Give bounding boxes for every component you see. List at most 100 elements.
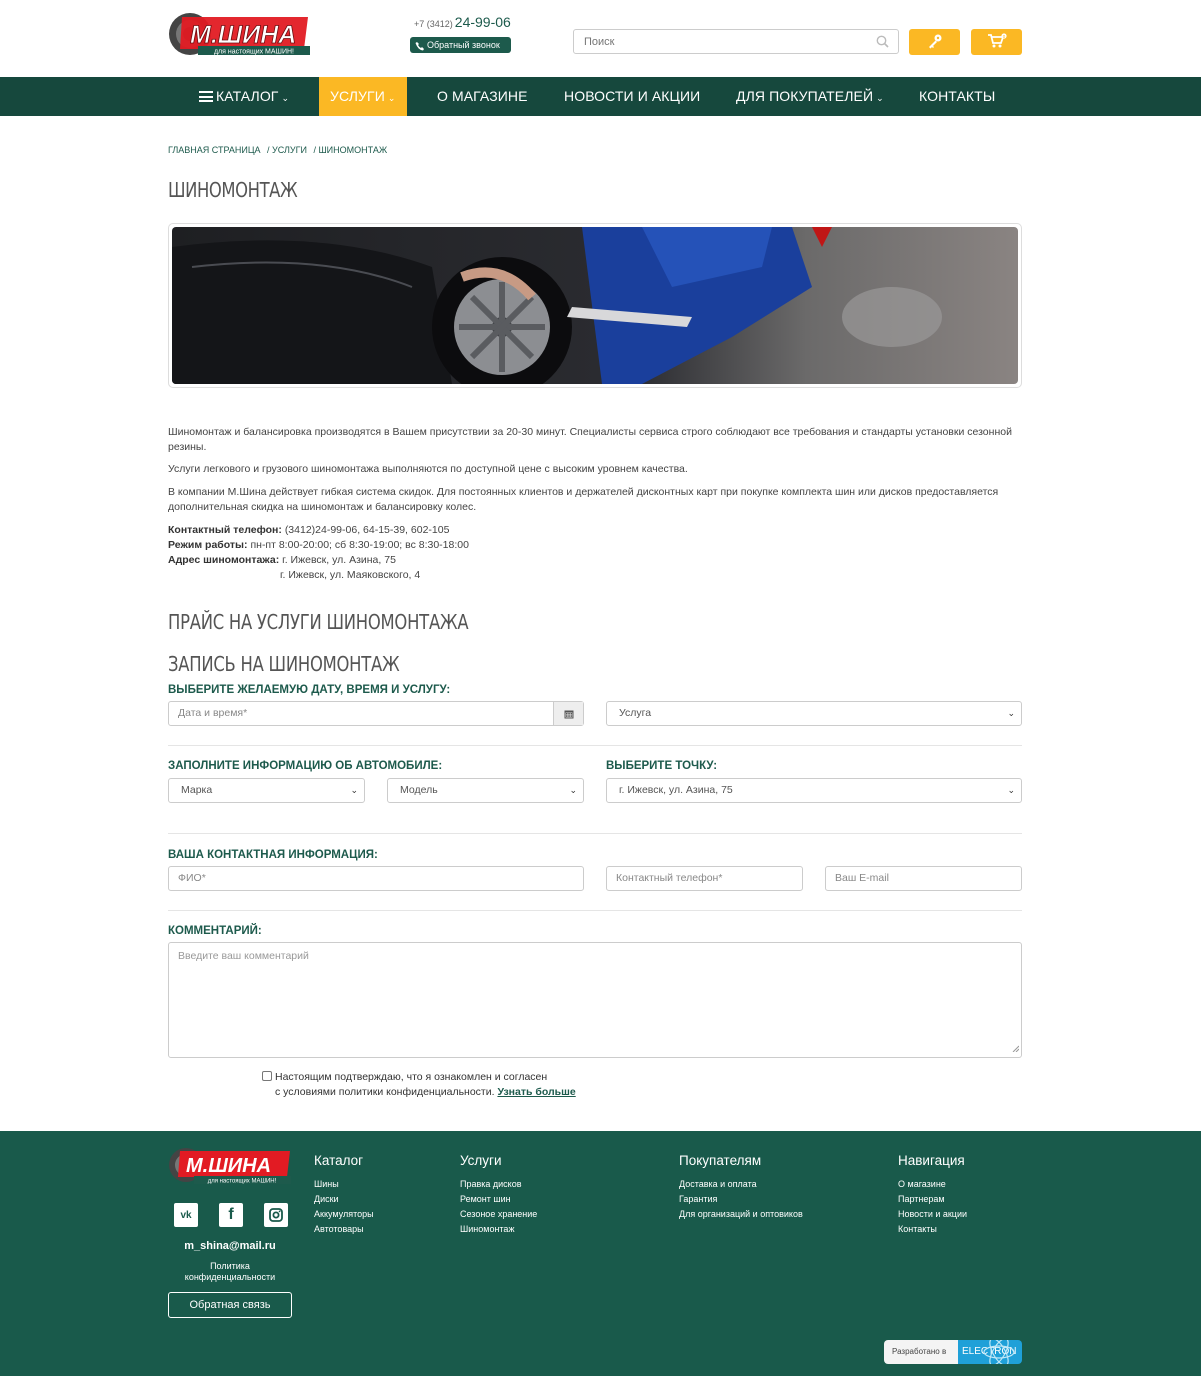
nav-item-buyers[interactable]: ДЛЯ ПОКУПАТЕЛЕЙ ⌄ — [736, 77, 884, 116]
footer: М.ШИНА для настоящих МАШИН! vk f m_shina… — [0, 1131, 1201, 1376]
developer-badge[interactable]: Разработано в ELECTRON — [884, 1340, 1022, 1364]
feedback-button[interactable]: Обратная связь — [168, 1292, 292, 1318]
price-heading[interactable]: ПРАЙС НА УСЛУГИ ШИНОМОНТАЖА — [168, 610, 469, 634]
service-select[interactable]: Услуга ⌄ — [606, 701, 1022, 726]
email-field[interactable]: Ваш E-mail — [825, 866, 1022, 891]
footer-link[interactable]: Аккумуляторы — [314, 1207, 374, 1222]
search-box[interactable] — [573, 29, 899, 54]
breadcrumb-home[interactable]: ГЛАВНАЯ СТРАНИЦА — [168, 145, 261, 155]
footer-link[interactable]: Автотовары — [314, 1222, 374, 1237]
footer-col-services: Услуги Правка дисков Ремонт шин Сезоное … — [460, 1153, 537, 1237]
footer-link[interactable]: Правка дисков — [460, 1177, 537, 1192]
vk-icon[interactable]: vk — [174, 1203, 198, 1227]
breadcrumb: ГЛАВНАЯ СТРАНИЦА / УСЛУГИ / ШИНОМОНТАЖ — [168, 145, 391, 155]
facebook-icon[interactable]: f — [219, 1203, 243, 1227]
phone-icon — [415, 40, 425, 56]
footer-link[interactable]: Диски — [314, 1192, 374, 1207]
name-field[interactable]: ФИО* — [168, 866, 584, 891]
privacy-consent: Настоящим подтверждаю, что я ознакомлен … — [262, 1070, 576, 1100]
consent-line-2: с условиями политики конфиденциальности. — [275, 1086, 495, 1098]
callback-button[interactable]: Обратный звонок — [410, 37, 511, 53]
phone-label: Контактный телефон: — [168, 524, 282, 536]
consent-line-1: Настоящим подтверждаю, что я ознакомлен … — [275, 1071, 548, 1083]
instagram-icon[interactable] — [264, 1203, 288, 1227]
comment-textarea[interactable]: Введите ваш комментарий — [168, 942, 1022, 1058]
nav-item-catalog[interactable]: КАТАЛОГ ⌄ — [199, 77, 289, 116]
service-select-value: Услуга — [619, 707, 652, 719]
footer-col-catalog: Каталог Шины Диски Аккумуляторы Автотова… — [314, 1153, 374, 1237]
nav-label: НОВОСТИ И АКЦИИ — [564, 88, 701, 104]
nav-label: ДЛЯ ПОКУПАТЕЛЕЙ — [736, 88, 874, 104]
footer-link[interactable]: Гарантия — [679, 1192, 803, 1207]
hero-image — [168, 223, 1022, 388]
nav-label: КАТАЛОГ — [216, 88, 279, 104]
site-logo[interactable]: М.ШИНА для настоящих МАШИН! — [168, 9, 311, 59]
phone-field[interactable]: Контактный телефон* — [606, 866, 803, 891]
name-placeholder: ФИО* — [178, 872, 206, 884]
footer-logo[interactable]: М.ШИНА для настоящих МАШИН! — [168, 1145, 292, 1188]
nav-item-about[interactable]: О МАГАЗИНЕ — [437, 77, 528, 116]
header-phone[interactable]: +7 (3412) 24-99-06 — [414, 14, 511, 30]
footer-link[interactable]: Ремонт шин — [460, 1192, 537, 1207]
search-input[interactable] — [574, 30, 864, 53]
cart-button[interactable]: 0 — [971, 29, 1022, 55]
footer-link[interactable]: О магазине — [898, 1177, 967, 1192]
learn-more-link[interactable]: Узнать больше — [497, 1086, 575, 1098]
footer-link[interactable]: Шиномонтаж — [460, 1222, 537, 1237]
footer-logo-text: М.ШИНА — [186, 1155, 271, 1177]
paragraph-3: В компании М.Шина действует гибкая систе… — [168, 486, 999, 513]
breadcrumb-services[interactable]: / УСЛУГИ — [267, 145, 307, 155]
point-section-label: ВЫБЕРИТЕ ТОЧКУ: — [606, 760, 718, 772]
model-select-value: Модель — [400, 784, 438, 796]
logo-tagline: для настоящих МАШИН! — [214, 49, 294, 56]
phone-number: 24-99-06 — [454, 14, 511, 30]
nav-item-news[interactable]: НОВОСТИ И АКЦИИ — [564, 77, 700, 116]
footer-link[interactable]: Доставка и оплата — [679, 1177, 803, 1192]
brand-select[interactable]: Марка ⌄ — [168, 778, 365, 803]
comment-placeholder: Введите ваш комментарий — [178, 950, 309, 962]
chevron-down-icon: ⌄ — [350, 785, 358, 795]
footer-link[interactable]: Шины — [314, 1177, 374, 1192]
footer-link[interactable]: Новости и акции — [898, 1207, 967, 1222]
resize-handle-icon[interactable] — [1012, 1043, 1020, 1055]
footer-email[interactable]: m_shina@mail.ru — [168, 1240, 292, 1252]
atom-icon — [983, 1340, 1015, 1364]
calendar-icon[interactable] — [553, 702, 583, 725]
logo-text: М.ШИНА — [190, 21, 296, 49]
address-label: Адрес шиномонтажа: — [168, 554, 280, 566]
nav-item-contacts[interactable]: КОНТАКТЫ — [919, 77, 995, 116]
menu-icon — [199, 91, 213, 102]
consent-checkbox[interactable] — [262, 1071, 272, 1081]
model-select[interactable]: Модель ⌄ — [387, 778, 584, 803]
chevron-down-icon: ⌄ — [876, 93, 884, 103]
chevron-down-icon: ⌄ — [1007, 785, 1015, 795]
chevron-down-icon: ⌄ — [387, 93, 396, 103]
footer-link[interactable]: Контакты — [898, 1222, 967, 1237]
footer-link[interactable]: Сезоное хранение — [460, 1207, 537, 1222]
footer-policy-link[interactable]: Политика конфиденциальности — [168, 1261, 292, 1283]
footer-col-navigation: Навигация О магазине Партнерам Новости и… — [898, 1153, 967, 1237]
chevron-down-icon: ⌄ — [1007, 708, 1015, 718]
phone-code: +7 (3412) — [414, 19, 453, 29]
datetime-input[interactable]: Дата и время* — [168, 701, 584, 726]
footer-col-title: Услуги — [460, 1153, 502, 1168]
paragraph-2: Услуги легкового и грузового шиномонтажа… — [168, 463, 688, 475]
search-icon[interactable] — [876, 35, 889, 51]
chevron-down-icon: ⌄ — [569, 785, 577, 795]
point-select[interactable]: г. Ижевск, ул. Азина, 75 ⌄ — [606, 778, 1022, 803]
footer-link[interactable]: Для организаций и оптовиков — [679, 1207, 803, 1222]
chevron-down-icon: ⌄ — [281, 93, 290, 103]
form-heading: ЗАПИСЬ НА ШИНОМОНТАЖ — [168, 652, 400, 676]
footer-col-title: Навигация — [898, 1153, 965, 1168]
footer-col-title: Покупателям — [679, 1153, 762, 1168]
login-button[interactable] — [909, 29, 960, 55]
breadcrumb-current: / ШИНОМОНТАЖ — [313, 145, 388, 155]
date-section-label: ВЫБЕРИТЕ ЖЕЛАЕМУЮ ДАТУ, ВРЕМЯ И УСЛУГУ: — [168, 684, 451, 696]
nav-label: О МАГАЗИНЕ — [437, 88, 528, 104]
divider — [168, 910, 1022, 911]
contact-section-label: ВАША КОНТАКТНАЯ ИНФОРМАЦИЯ: — [168, 849, 378, 861]
phone-value: (3412)24-99-06, 64-15-39, 602-105 — [284, 524, 450, 536]
footer-link[interactable]: Партнерам — [898, 1192, 967, 1207]
nav-item-services[interactable]: УСЛУГИ ⌄ — [319, 77, 407, 116]
comment-section-label: КОММЕНТАРИЙ: — [168, 925, 262, 937]
